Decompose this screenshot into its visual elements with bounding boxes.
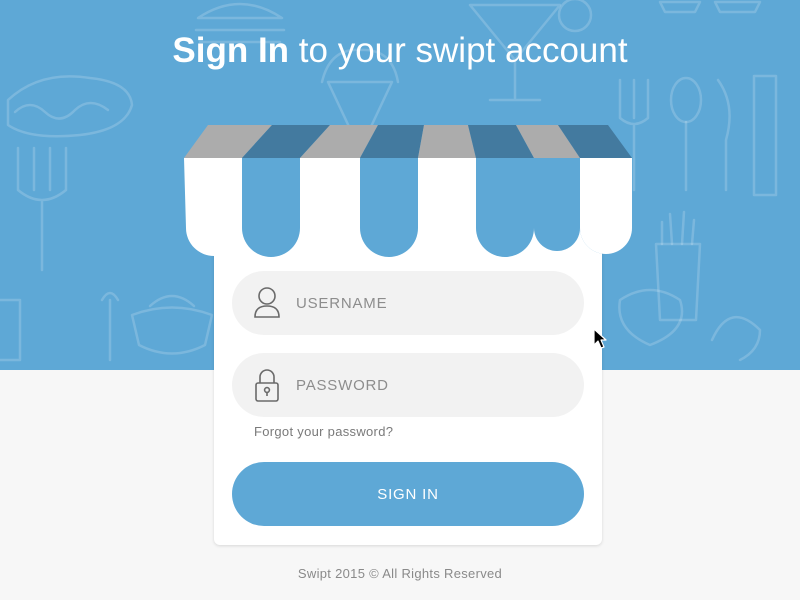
password-field[interactable] — [232, 353, 584, 417]
shop-awning — [184, 125, 632, 258]
user-icon — [254, 287, 280, 318]
username-input[interactable] — [296, 271, 566, 335]
mouse-pointer-icon — [593, 328, 607, 349]
username-field[interactable] — [232, 271, 584, 335]
awning-roof — [184, 125, 632, 158]
footer-copyright: Swipt 2015 © All Rights Reserved — [297, 566, 503, 581]
lock-icon — [255, 369, 279, 402]
awning-panels — [184, 158, 632, 258]
forgot-password-link[interactable]: Forgot your password? — [254, 424, 393, 439]
password-input[interactable] — [296, 353, 566, 417]
sign-in-button[interactable]: SIGN IN — [232, 462, 584, 526]
page-title: Sign In to your swipt account — [0, 28, 800, 74]
title-strong: Sign In — [172, 31, 290, 70]
title-light: to your swipt account — [298, 31, 628, 70]
